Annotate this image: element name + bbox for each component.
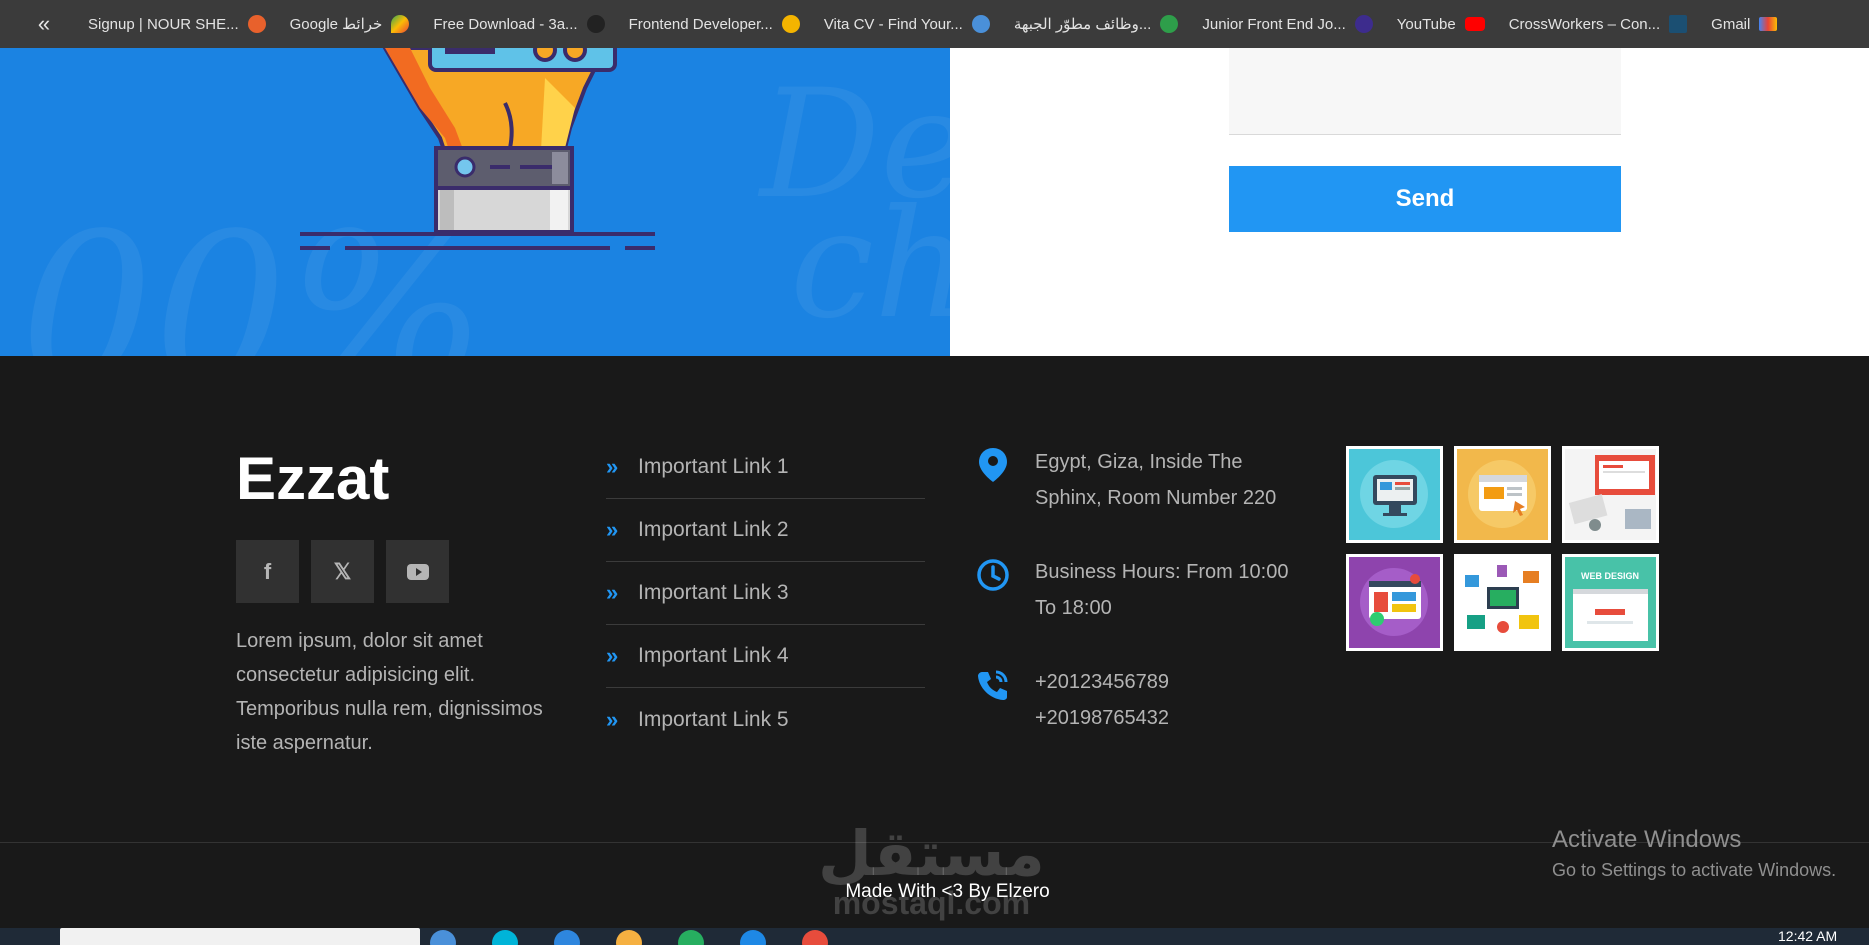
double-chevron-right-icon: » [606,706,619,732]
contact-hours: Business Hours: From 10:00 To 18:00 [975,554,1295,626]
bookmark-label: CrossWorkers – Con... [1508,15,1661,33]
app-icon[interactable] [678,930,704,945]
bookmark-label: وظائف مطوّر الجبهة... [1013,16,1152,33]
clock-icon [975,554,1011,626]
footer-links: » Important Link 1 » Important Link 2 » … [606,436,925,751]
bookmarks-bar: « Signup | NOUR SHE... Google خرائط Free… [0,0,1869,48]
x-twitter-icon[interactable]: 𝕏 [311,540,374,603]
footer-gallery: WEB DESIGN [1346,446,1659,651]
contact-address: Egypt, Giza, Inside The Sphinx, Room Num… [975,444,1295,516]
app-icon[interactable] [616,930,642,945]
bookmark-item[interactable]: Junior Front End Jo... [1202,15,1373,33]
hours-line: Business Hours: From 10:00 [1035,561,1289,583]
double-chevron-right-icon: » [606,454,619,479]
bookmark-item[interactable]: Gmail [1711,15,1778,33]
app-icon[interactable] [554,930,580,945]
made-with-credit: Made With <3 By Elzero [845,881,1050,902]
bookmarks-list: Signup | NOUR SHE... Google خرائط Free D… [88,15,1869,33]
bookmark-item[interactable]: YouTube [1397,16,1485,33]
gallery-image-monitor[interactable] [1346,446,1443,543]
gallery-image-dashboard[interactable] [1346,554,1443,651]
bookmark-label: Vita CV - Find Your... [823,15,963,33]
address-line: Sphinx, Room Number 220 [1035,487,1277,509]
footer-link[interactable]: » Important Link 1 [606,436,925,499]
footer-link-label: Important Link 5 [638,707,789,731]
bookmark-item[interactable]: Free Download - 3a... [433,15,605,33]
taskbar-clock: 12:42 AM [1778,928,1838,944]
app-icon[interactable] [492,930,518,945]
favicon-icon [1160,15,1179,33]
address-line: Egypt, Giza, Inside The [1035,451,1243,473]
taskbar-search-box[interactable] [60,928,420,945]
phone-icon [975,664,1011,736]
double-chevron-right-icon: » [606,580,619,605]
social-links: f 𝕏 [236,540,449,603]
activation-subtitle: Go to Settings to activate Windows. [1552,860,1837,880]
app-icon[interactable] [802,930,828,945]
bookmark-item[interactable]: Google خرائط [290,15,410,33]
footer-link[interactable]: » Important Link 5 [606,688,925,751]
bookmark-label: Signup | NOUR SHE... [88,15,239,33]
footer-contact-info: Egypt, Giza, Inside The Sphinx, Room Num… [975,444,1295,774]
bookmark-label: Google خرائط [289,16,383,33]
bookmark-label: Gmail [1711,15,1751,33]
mostaql-watermark: مستقل mostaql.com [818,817,1045,921]
bookmark-label: Junior Front End Jo... [1202,15,1346,33]
windows-activation-notice: Activate Windows Go to Settings to activ… [1552,826,1836,881]
bookmark-item[interactable]: وظائف مطوّر الجبهة... [1014,15,1179,33]
taskbar-pinned-apps [430,930,828,945]
gallery-image-browser[interactable] [1454,446,1551,543]
app-icon[interactable] [740,930,766,945]
footer-link-label: Important Link 4 [638,644,789,667]
bookmark-label: YouTube [1396,15,1456,33]
footer-link[interactable]: » Important Link 4 [606,625,925,688]
favicon-icon [586,15,605,33]
favicon-icon [781,15,800,33]
bookmark-item[interactable]: Vita CV - Find Your... [824,15,990,33]
gallery-image-devices[interactable] [1454,554,1551,651]
message-textarea[interactable] [1229,48,1621,135]
double-chevron-right-icon: » [606,643,619,668]
collapse-sidebar-icon[interactable]: « [0,0,88,48]
bookmark-item[interactable]: Frontend Developer... [629,15,800,33]
contact-phones: +20123456789 +20198765432 [975,664,1295,736]
bookmark-item[interactable]: Signup | NOUR SHE... [88,15,266,33]
app-icon[interactable] [430,930,456,945]
footer-link-label: Important Link 1 [638,455,789,478]
location-pin-icon [975,444,1011,516]
bookmark-item[interactable]: CrossWorkers – Con... [1508,15,1688,33]
youtube-icon [1464,17,1485,31]
favicon-icon [247,15,266,33]
web-design-caption: WEB DESIGN [1581,571,1639,581]
gallery-image-web-design[interactable]: WEB DESIGN [1562,554,1659,651]
facebook-icon[interactable]: f [236,540,299,603]
youtube-icon[interactable] [386,540,449,603]
windows-taskbar: 12:42 AM [0,928,1869,945]
hero-illustration-section: De cho 00% [0,48,950,356]
activation-title: Activate Windows [1552,826,1742,853]
bookmark-label: Frontend Developer... [628,15,773,33]
gallery-image-desk[interactable] [1562,446,1659,543]
footer-brand: Ezzat [236,445,390,512]
favicon-icon [1354,15,1373,33]
footer-link-label: Important Link 3 [638,581,789,604]
hand-holding-card-illustration [300,48,655,250]
favicon-icon [971,15,990,33]
youtube-play-icon [406,563,429,580]
double-chevron-right-icon: » [606,517,619,542]
footer-link[interactable]: » Important Link 3 [606,562,925,625]
send-button[interactable]: Send [1229,166,1621,232]
phone-number: +20123456789 [1035,671,1170,693]
maps-pin-icon [391,15,410,33]
favicon-icon [1669,15,1688,33]
footer-link-label: Important Link 2 [638,518,789,541]
footer-about-text: Lorem ipsum, dolor sit amet consectetur … [236,630,543,754]
footer-link[interactable]: » Important Link 2 [606,499,925,562]
hours-line: To 18:00 [1035,597,1112,619]
contact-form-section: Send [950,48,1869,356]
gmail-icon [1759,17,1778,31]
phone-number: +20198765432 [1035,707,1170,729]
bookmark-label: Free Download - 3a... [433,15,578,33]
